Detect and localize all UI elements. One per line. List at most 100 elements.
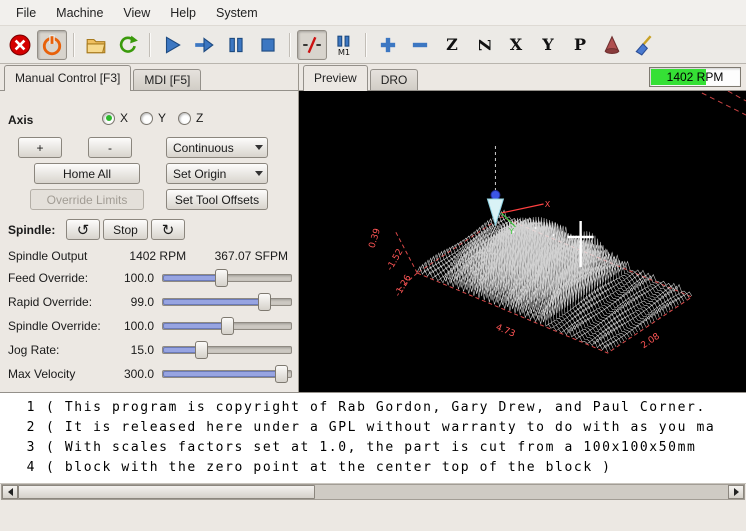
stop-button[interactable] — [253, 30, 283, 60]
view-z-rotated-button[interactable]: Z — [469, 30, 499, 60]
chevron-down-icon — [255, 171, 263, 176]
preview-panel: Preview DRO 1402 RPM 0.39-1.52-1.264.732… — [299, 64, 746, 392]
broom-icon — [633, 34, 655, 56]
tab-preview[interactable]: Preview — [303, 65, 368, 91]
reload-button[interactable] — [113, 30, 143, 60]
home-all-button[interactable]: Home All — [34, 163, 140, 184]
clear-plot-button[interactable] — [629, 30, 659, 60]
rotate-view-button[interactable] — [597, 30, 627, 60]
block-delete-button[interactable] — [297, 30, 327, 60]
menu-machine[interactable]: Machine — [46, 2, 113, 24]
zoom-out-button[interactable] — [405, 30, 435, 60]
spindle-stop-button[interactable]: Stop — [103, 219, 148, 240]
slider-handle[interactable] — [221, 317, 234, 335]
slider-label: Rapid Override: — [8, 295, 92, 309]
horizontal-scrollbar[interactable] — [1, 484, 745, 500]
run-button[interactable] — [157, 30, 187, 60]
spindle-rpm-value: 1402 RPM — [129, 249, 186, 263]
jog-rate-row: Jog Rate: 15.0 — [8, 341, 292, 359]
tab-dro[interactable]: DRO — [370, 69, 419, 91]
spindle-reverse-button[interactable]: ↺ — [66, 219, 100, 240]
slider-handle[interactable] — [215, 269, 228, 287]
gcode-line-number: 1 — [0, 398, 38, 418]
spindle-label: Spindle: — [8, 223, 55, 237]
spindle-sfpm-value: 367.07 SFPM — [215, 249, 288, 263]
slider-value: 99.0 — [118, 295, 154, 309]
spindle-override-slider[interactable] — [162, 317, 292, 335]
axis-x-label: X — [120, 111, 128, 125]
max-velocity-slider[interactable] — [162, 365, 292, 383]
view-z-button[interactable]: Z — [437, 30, 467, 60]
pause-button[interactable] — [221, 30, 251, 60]
slider-label: Jog Rate: — [8, 343, 59, 357]
gcode-line[interactable]: 2 ( It is released here under a GPL with… — [0, 418, 746, 438]
gcode-line-number: 3 — [0, 438, 38, 458]
step-button[interactable] — [189, 30, 219, 60]
menu-view[interactable]: View — [113, 2, 160, 24]
open-file-button[interactable] — [81, 30, 111, 60]
gcode-line-text: ( With scales factors set at 1.0, the pa… — [38, 438, 696, 458]
open-folder-icon — [85, 34, 107, 56]
axis-radio-y[interactable]: Y — [140, 111, 166, 125]
power-icon — [41, 34, 63, 56]
left-tab-bar: Manual Control [F3] MDI [F5] — [0, 64, 298, 91]
radio-circle-icon — [178, 112, 191, 125]
slider-fill — [163, 371, 285, 377]
zoom-out-icon — [409, 34, 431, 56]
right-tab-bar: Preview DRO 1402 RPM — [299, 64, 746, 91]
scrollbar-thumb[interactable] — [18, 485, 315, 499]
axis-radio-x[interactable]: X — [102, 111, 128, 125]
gcode-line[interactable]: 1 ( This program is copyright of Rab Gor… — [0, 398, 746, 418]
toolbar-separator — [73, 33, 75, 57]
spindle-forward-button[interactable]: ↻ — [151, 219, 185, 240]
menu-help[interactable]: Help — [160, 2, 206, 24]
slider-label: Feed Override: — [8, 271, 88, 285]
set-origin-dropdown[interactable]: Set Origin — [166, 163, 268, 184]
main-area: Manual Control [F3] MDI [F5] Axis X Y — [0, 64, 746, 392]
axis-radio-z[interactable]: Z — [178, 111, 203, 125]
tab-manual-control[interactable]: Manual Control [F3] — [4, 65, 131, 91]
radio-circle-icon — [102, 112, 115, 125]
jog-rate-slider[interactable] — [162, 341, 292, 359]
jog-minus-button[interactable]: - — [88, 137, 132, 158]
max-velocity-row: Max Velocity 300.0 — [8, 365, 292, 383]
slider-handle[interactable] — [258, 293, 271, 311]
view-perspective-button[interactable]: P — [565, 30, 595, 60]
machine-power-button[interactable] — [37, 30, 67, 60]
view-y-button[interactable]: Y — [533, 30, 563, 60]
gcode-line[interactable]: 4 ( block with the zero point at the cen… — [0, 458, 746, 478]
slider-value: 100.0 — [118, 271, 154, 285]
gcode-listing[interactable]: 1 ( This program is copyright of Rab Gor… — [0, 392, 746, 484]
slider-value: 100.0 — [118, 319, 154, 333]
rpm-bar-text: 1402 RPM — [650, 68, 740, 86]
gcode-line-number: 4 — [0, 458, 38, 478]
menu-system[interactable]: System — [206, 2, 268, 24]
slider-label: Spindle Override: — [8, 319, 101, 333]
estop-button[interactable] — [5, 30, 35, 60]
set-tool-offsets-button[interactable]: Set Tool Offsets — [166, 189, 268, 210]
view-x-button[interactable]: X — [501, 30, 531, 60]
slider-handle[interactable] — [195, 341, 208, 359]
jog-mode-dropdown[interactable]: Continuous — [166, 137, 268, 158]
manual-control-panel: Axis X Y Z + - — [0, 90, 298, 392]
override-limits-button[interactable]: Override Limits — [30, 189, 144, 210]
rapid-override-slider[interactable] — [162, 293, 292, 311]
view-perspective-icon: P — [574, 37, 586, 53]
slider-handle[interactable] — [275, 365, 288, 383]
toolbar-separator — [289, 33, 291, 57]
scroll-right-button[interactable] — [728, 485, 744, 499]
reload-icon — [117, 34, 139, 56]
jog-plus-button[interactable]: + — [18, 137, 62, 158]
scroll-left-button[interactable] — [2, 485, 18, 499]
view-x-icon: X — [510, 37, 522, 53]
view-y-icon: Y — [542, 37, 553, 53]
cone-icon — [601, 34, 623, 56]
preview-canvas[interactable]: 0.39-1.52-1.264.732.08XY — [299, 90, 746, 392]
zoom-in-button[interactable] — [373, 30, 403, 60]
gcode-line[interactable]: 3 ( With scales factors set at 1.0, the … — [0, 438, 746, 458]
feed-override-slider[interactable] — [162, 269, 292, 287]
tab-mdi[interactable]: MDI [F5] — [133, 69, 201, 91]
menu-file[interactable]: File — [6, 2, 46, 24]
optional-pause-button[interactable]: M1 — [329, 30, 359, 60]
jog-mode-value: Continuous — [173, 141, 234, 155]
